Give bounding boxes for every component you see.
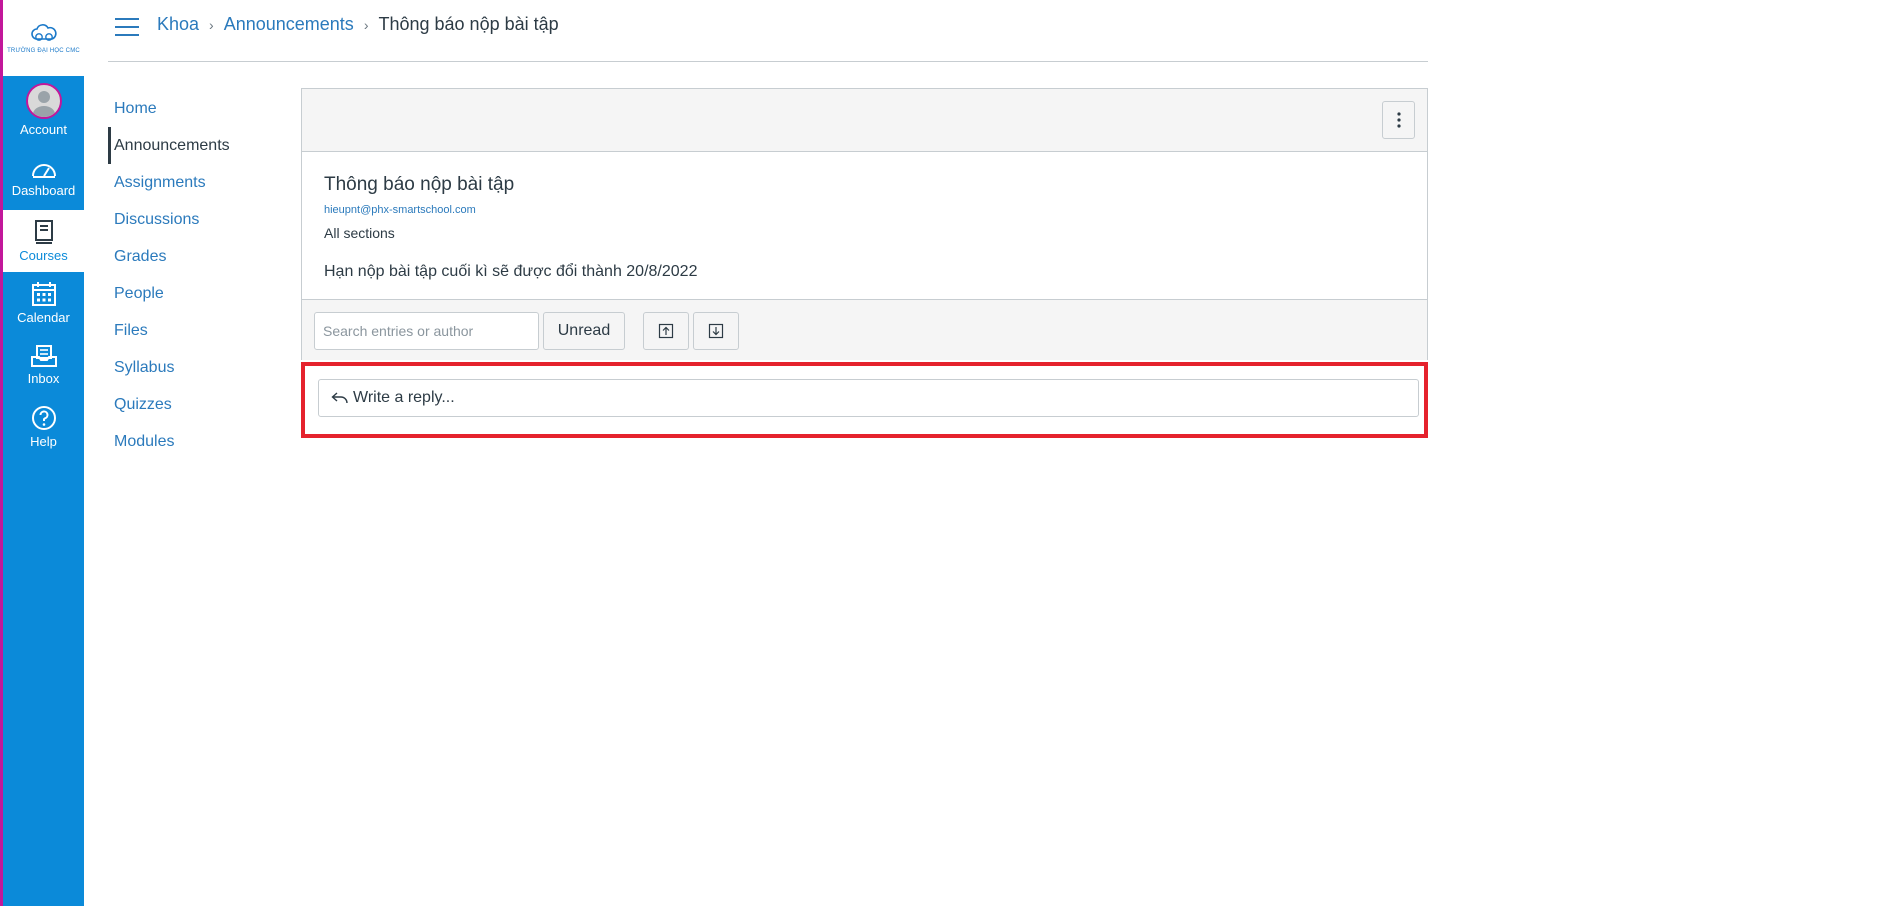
nav-help[interactable]: Help xyxy=(3,396,84,458)
book-icon xyxy=(34,220,53,244)
unread-filter-button[interactable]: Unread xyxy=(543,312,625,350)
dashboard-icon xyxy=(31,164,56,178)
inbox-icon xyxy=(30,345,57,367)
collapse-replies-button[interactable] xyxy=(643,312,689,350)
breadcrumb-course[interactable]: Khoa xyxy=(157,14,199,35)
nav-calendar-label: Calendar xyxy=(17,310,70,325)
breadcrumb-current: Thông báo nộp bài tập xyxy=(378,14,559,34)
course-nav-files[interactable]: Files xyxy=(108,312,258,349)
calendar-icon xyxy=(31,282,56,306)
nav-inbox[interactable]: Inbox xyxy=(3,334,84,396)
announcement-sections: All sections xyxy=(324,225,395,241)
course-nav-grades[interactable]: Grades xyxy=(108,238,258,275)
course-nav-quizzes[interactable]: Quizzes xyxy=(108,386,258,423)
course-nav-home[interactable]: Home xyxy=(108,90,258,127)
course-nav-syllabus[interactable]: Syllabus xyxy=(108,349,258,386)
discussion-toolbar: Unread xyxy=(302,299,1427,360)
course-nav-modules[interactable]: Modules xyxy=(108,423,258,460)
school-logo[interactable]: TRƯỜNG ĐẠI HỌC CMC xyxy=(3,0,84,76)
hamburger-icon xyxy=(115,18,139,36)
nav-courses[interactable]: Courses xyxy=(3,210,84,272)
write-reply-button[interactable]: Write a reply... xyxy=(318,379,1419,417)
help-icon xyxy=(31,406,56,430)
nav-courses-label: Courses xyxy=(19,248,68,263)
nav-dashboard[interactable]: Dashboard xyxy=(3,147,84,209)
nav-account-label: Account xyxy=(20,122,67,137)
announcement-title: Thông báo nộp bài tập xyxy=(324,174,515,195)
options-menu-button[interactable] xyxy=(1382,101,1415,139)
avatar-icon xyxy=(25,83,62,119)
hamburger-menu-button[interactable] xyxy=(114,17,140,37)
header-divider xyxy=(108,61,1428,62)
global-nav: TRƯỜNG ĐẠI HỌC CMC Account Dashboard Cou… xyxy=(3,0,84,906)
chevron-right-icon: › xyxy=(363,16,369,33)
reply-highlight: Write a reply... xyxy=(301,362,1428,438)
course-nav-people[interactable]: People xyxy=(108,275,258,312)
chevron-right-icon: › xyxy=(209,16,214,33)
cloud-logo-icon xyxy=(30,23,57,41)
write-reply-label: Write a reply... xyxy=(353,389,455,406)
expand-replies-button[interactable] xyxy=(693,312,739,350)
announcement-author-link[interactable]: hieupnt@phx-smartschool.com xyxy=(324,204,476,216)
announcement-header-bar xyxy=(302,89,1427,152)
download-arrow-icon xyxy=(708,323,724,339)
nav-help-label: Help xyxy=(30,434,57,449)
nav-account[interactable]: Account xyxy=(3,79,84,141)
nav-calendar[interactable]: Calendar xyxy=(3,272,84,334)
nav-inbox-label: Inbox xyxy=(27,371,60,386)
nav-dashboard-label: Dashboard xyxy=(11,183,76,198)
search-entries-input[interactable] xyxy=(314,312,539,350)
announcement-panel: Thông báo nộp bài tập hieupnt@phx-smarts… xyxy=(301,88,1428,360)
course-nav-discussions[interactable]: Discussions xyxy=(108,201,258,238)
breadcrumb-announcements[interactable]: Announcements xyxy=(224,14,354,35)
course-nav-announcements[interactable]: Announcements xyxy=(108,127,258,164)
course-nav: Home Announcements Assignments Discussio… xyxy=(108,90,258,460)
reply-arrow-icon xyxy=(331,392,348,404)
logo-text: TRƯỜNG ĐẠI HỌC CMC xyxy=(7,47,80,54)
kebab-menu-icon xyxy=(1396,112,1401,128)
announcement-message: Hạn nộp bài tập cuối kì sẽ được đổi thàn… xyxy=(324,263,698,280)
breadcrumb: Khoa › Announcements › Thông báo nộp bài… xyxy=(157,14,559,35)
upload-arrow-icon xyxy=(658,323,674,339)
course-nav-assignments[interactable]: Assignments xyxy=(108,164,258,201)
